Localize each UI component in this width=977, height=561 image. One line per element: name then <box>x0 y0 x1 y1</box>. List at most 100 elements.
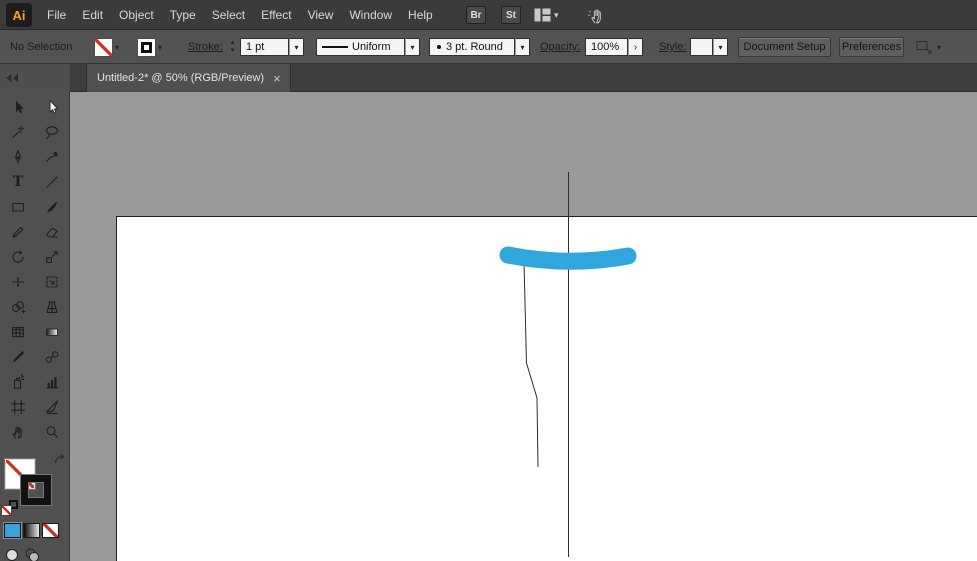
tool-panel-header <box>0 64 70 92</box>
gradient-tool[interactable] <box>35 319 69 344</box>
bridge-button[interactable]: Br <box>466 6 486 24</box>
paintbrush-tool[interactable] <box>35 194 69 219</box>
workspace-chevron-icon[interactable]: ▾ <box>554 0 559 30</box>
draw-normal-icon[interactable] <box>4 547 20 561</box>
pencil-tool-icon <box>12 226 24 238</box>
chevron-down-icon: ▾ <box>520 42 525 52</box>
lasso-tool-icon <box>46 125 58 139</box>
stroke-color-proxy[interactable] <box>21 475 51 505</box>
artboard-tool[interactable] <box>1 394 35 419</box>
scale-tool[interactable] <box>35 244 69 269</box>
eyedropper-tool-icon <box>13 350 24 362</box>
color-button[interactable] <box>5 524 20 537</box>
preferences-button[interactable]: Preferences <box>839 37 904 57</box>
eyedropper-tool[interactable] <box>1 344 35 369</box>
stroke-swatch[interactable] <box>138 39 155 56</box>
none-button[interactable] <box>43 524 58 537</box>
width-profile-field[interactable]: Uniform <box>316 38 405 56</box>
selection-tool-icon <box>16 100 24 113</box>
hand-tool-icon <box>12 426 22 438</box>
menu-select[interactable]: Select <box>204 0 253 30</box>
menu-file[interactable]: File <box>39 0 74 30</box>
workspace-layout-icon[interactable] <box>534 8 551 22</box>
chevron-down-icon: ▾ <box>410 42 415 52</box>
magic-wand-tool[interactable] <box>1 119 35 144</box>
magic-wand-tool-icon <box>12 125 24 138</box>
stock-button[interactable]: St <box>501 6 521 24</box>
perspective-grid-tool[interactable] <box>35 294 69 319</box>
document-tab[interactable]: Untitled-2* @ 50% (RGB/Preview) × <box>86 64 291 92</box>
curvature-tool[interactable] <box>35 144 69 169</box>
fill-chevron-icon[interactable]: ▾ <box>115 43 119 52</box>
style-label[interactable]: Style: <box>659 30 687 64</box>
brush-definition-dropdown[interactable]: ▾ <box>515 38 530 56</box>
illustrator-window: Ai File Edit Object Type Select Effect V… <box>0 0 977 561</box>
gradient-button[interactable] <box>24 524 39 537</box>
eraser-tool[interactable] <box>35 219 69 244</box>
artboard-tool-icon <box>11 399 25 414</box>
menu-window[interactable]: Window <box>341 0 400 30</box>
touch-workspace-icon[interactable] <box>585 5 607 25</box>
artboard[interactable] <box>116 216 977 561</box>
fill-swatch[interactable] <box>95 39 112 56</box>
shape-builder-tool[interactable] <box>1 294 35 319</box>
canvas[interactable] <box>70 92 977 561</box>
stepper-up-icon[interactable]: ▴ <box>231 39 235 47</box>
stroke-weight-stepper[interactable]: ▴ ▾ <box>227 38 238 56</box>
paintbrush-tool-icon <box>47 201 57 212</box>
rectangle-tool-icon <box>12 202 24 212</box>
opacity-label[interactable]: Opacity: <box>540 30 580 64</box>
curvature-tool-icon <box>46 150 59 162</box>
column-graph-tool[interactable] <box>35 369 69 394</box>
rotate-tool[interactable] <box>1 244 35 269</box>
stepper-down-icon[interactable]: ▾ <box>231 47 235 55</box>
stroke-label[interactable]: Stroke: <box>188 30 223 64</box>
width-profile-dropdown[interactable]: ▾ <box>405 38 420 56</box>
draw-behind-icon[interactable] <box>24 547 40 561</box>
pen-tool[interactable] <box>1 144 35 169</box>
menu-help[interactable]: Help <box>400 0 441 30</box>
tool-panel: T <box>0 92 70 561</box>
stroke-weight-field[interactable]: 1 pt <box>240 38 289 56</box>
slice-tool[interactable] <box>35 394 69 419</box>
close-tab-icon[interactable]: × <box>273 71 281 86</box>
style-dropdown[interactable]: ▾ <box>713 38 728 56</box>
default-fill-stroke-icon[interactable] <box>2 500 18 516</box>
rectangle-tool[interactable] <box>1 194 35 219</box>
mesh-tool-icon <box>12 326 24 337</box>
menu-type[interactable]: Type <box>162 0 204 30</box>
selection-tool[interactable] <box>1 94 35 119</box>
menu-view[interactable]: View <box>300 0 342 30</box>
symbol-sprayer-tool[interactable] <box>1 369 35 394</box>
type-tool[interactable]: T <box>1 169 35 194</box>
brush-definition-field[interactable]: 3 pt. Round <box>429 38 515 56</box>
hand-tool[interactable] <box>1 419 35 444</box>
direct-selection-tool[interactable] <box>35 94 69 119</box>
style-field[interactable] <box>690 38 713 56</box>
collapse-panel-icon[interactable] <box>5 73 19 83</box>
menu-object[interactable]: Object <box>111 0 162 30</box>
type-tool-icon: T <box>12 173 24 190</box>
document-setup-button[interactable]: Document Setup <box>738 37 831 57</box>
menu-effect[interactable]: Effect <box>253 0 299 30</box>
menu-edit[interactable]: Edit <box>74 0 111 30</box>
perspective-grid-tool-icon <box>46 300 58 313</box>
lasso-tool[interactable] <box>35 119 69 144</box>
selection-status: No Selection <box>10 41 73 53</box>
line-segment-tool[interactable] <box>35 169 69 194</box>
stroke-weight-dropdown[interactable]: ▾ <box>289 38 304 56</box>
mesh-tool[interactable] <box>1 319 35 344</box>
swap-fill-stroke-icon[interactable] <box>53 453 66 466</box>
width-tool[interactable] <box>1 269 35 294</box>
panel-chevron-icon[interactable]: ▾ <box>937 43 941 52</box>
opacity-field[interactable]: 100% <box>585 38 628 56</box>
control-panel-menu-icon[interactable] <box>916 40 933 54</box>
free-transform-tool[interactable] <box>35 269 69 294</box>
eraser-tool-icon <box>46 227 58 238</box>
zoom-tool[interactable] <box>35 419 69 444</box>
shape-builder-tool-icon <box>12 300 26 313</box>
pencil-tool[interactable] <box>1 219 35 244</box>
stroke-chevron-icon[interactable]: ▾ <box>158 43 162 52</box>
blend-tool[interactable] <box>35 344 69 369</box>
opacity-popout[interactable]: › <box>628 38 643 56</box>
